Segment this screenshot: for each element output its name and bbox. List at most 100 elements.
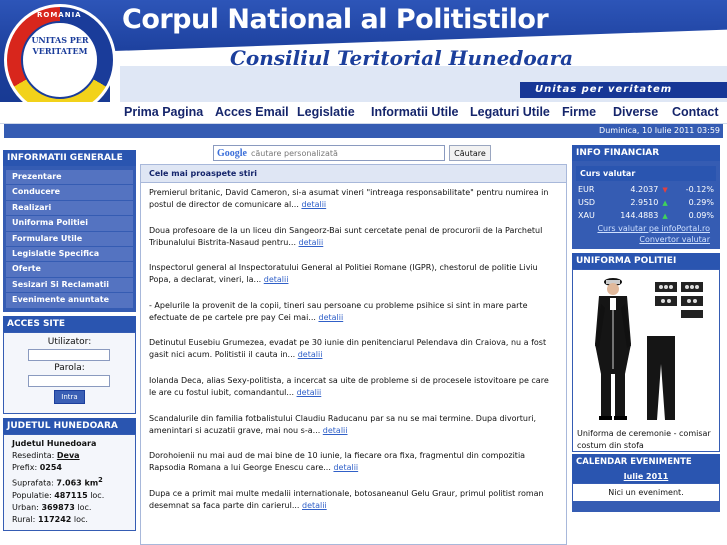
- nav-diverse[interactable]: Diverse: [613, 105, 658, 119]
- nav-acces-email[interactable]: Acces Email: [215, 105, 289, 119]
- news-item: Inspectorul general al Inspectoratului G…: [149, 263, 538, 285]
- rate-row: XAU 144.4883 ▲ 0.09%: [576, 209, 716, 222]
- county-seat-link[interactable]: Deva: [57, 451, 80, 460]
- nav-prima-pagina[interactable]: Prima Pagina: [124, 105, 203, 119]
- exchange-table: EUR 4.2037 ▼ -0.12% USD 2.9510 ▲ 0.29% X…: [576, 183, 716, 222]
- calendar-days-row: [572, 502, 720, 512]
- menu-item-prezentare[interactable]: Prezentare: [6, 170, 133, 185]
- police-emblem-logo[interactable]: ROMANIA UNITAS PER VERITATEM: [4, 4, 116, 102]
- right-column: INFO FINANCIAR Curs valutar EUR 4.2037 ▼…: [572, 145, 720, 512]
- currency-converter-link[interactable]: Convertor valutar: [576, 235, 716, 244]
- logo-text: UNITAS PER VERITATEM: [31, 35, 89, 56]
- county-area: Suprafata: 7.063 km2: [12, 476, 103, 488]
- county-name: Judetul Hunedoara: [12, 438, 97, 448]
- uniform-title: UNIFORMA POLITIEI: [572, 253, 720, 269]
- finance-body: Curs valutar EUR 4.2037 ▼ -0.12% USD 2.9…: [572, 161, 720, 249]
- login-title: ACCES SITE: [3, 315, 136, 332]
- infoportal-link[interactable]: Curs valutar pe infoPortal.ro: [576, 224, 716, 233]
- current-date: Duminica, 10 Iulie 2011 03:59: [599, 126, 720, 135]
- uniform-box: UNIFORMA POLITIEI Uniforma de ceremonie …: [572, 253, 720, 452]
- uniform-caption: Uniforma de ceremonie - comisar costum d…: [577, 429, 711, 450]
- site-motto: Unitas per veritatem: [535, 84, 673, 95]
- county-urban: Urban: 369873 loc.: [12, 503, 92, 513]
- news-title: Cele mai proaspete stiri: [141, 165, 566, 183]
- county-population: Populatie: 487115 loc.: [12, 490, 105, 500]
- logo-ring: [21, 21, 99, 99]
- police-uniform-image[interactable]: [577, 274, 715, 424]
- arrow-up-icon: ▲: [662, 212, 668, 220]
- menu-item-oferte[interactable]: Oferte: [6, 262, 133, 277]
- news-details-link[interactable]: detalii: [318, 313, 343, 322]
- menu-item-legislatie-specifica[interactable]: Legislatie Specifica: [6, 246, 133, 262]
- currency-value: 144.4883: [620, 211, 659, 220]
- site-header: ROMANIA UNITAS PER VERITATEM Corpul Nati…: [0, 0, 727, 102]
- nav-contact[interactable]: Contact: [672, 105, 719, 119]
- search-bar: Google căutare personalizată Căutare: [213, 145, 493, 161]
- news-item: Dupa ce a primit mai multe medalii inter…: [149, 488, 544, 510]
- county-seat: Resedinta: Deva: [12, 450, 80, 460]
- news-details-link[interactable]: detalii: [301, 200, 326, 209]
- calendar-empty-message: Nici un eveniment.: [572, 483, 720, 502]
- news-details-link[interactable]: detalii: [302, 501, 327, 510]
- logo-top-text: ROMANIA: [37, 11, 82, 19]
- password-label: Parola:: [54, 362, 85, 373]
- info-menu: Prezentare Conducere Realizari Uniforma …: [3, 166, 136, 312]
- news-panel: Cele mai proaspete stiri Premierul brita…: [140, 164, 567, 545]
- calendar-title: CALENDAR EVENIMENTE: [572, 454, 720, 470]
- login-box: ACCES SITE Utilizator: Parola: Intra: [3, 315, 136, 414]
- news-details-link[interactable]: detalii: [333, 463, 358, 472]
- rate-row: EUR 4.2037 ▼ -0.12%: [576, 183, 716, 196]
- finance-box: INFO FINANCIAR Curs valutar EUR 4.2037 ▼…: [572, 145, 720, 249]
- menu-item-realizari[interactable]: Realizari: [6, 200, 133, 216]
- rate-row: USD 2.9510 ▲ 0.29%: [576, 196, 716, 209]
- county-box: JUDETUL HUNEDOARA Judetul Hunedoara Rese…: [3, 417, 136, 531]
- currency-value: 2.9510: [630, 198, 659, 207]
- news-item: - Apelurile la provenit de la copii, tin…: [149, 300, 528, 322]
- password-input[interactable]: [28, 374, 110, 387]
- login-form: Utilizator: Parola: Intra: [3, 331, 136, 414]
- search-button[interactable]: Căutare: [449, 145, 491, 161]
- news-list: Premierul britanic, David Cameron, si-a …: [141, 183, 566, 521]
- menu-item-formulare-utile[interactable]: Formulare Utile: [6, 231, 133, 246]
- menu-item-evenimente[interactable]: Evenimente anuntate: [6, 293, 133, 308]
- search-input[interactable]: Google căutare personalizată: [213, 145, 445, 161]
- news-details-link[interactable]: detalii: [298, 350, 323, 359]
- currency-change: -0.12%: [685, 185, 714, 194]
- currency-change: 0.29%: [688, 198, 714, 207]
- search-placeholder: căutare personalizată: [251, 149, 338, 158]
- left-column: INFORMATII GENERALE Prezentare Conducere…: [3, 150, 136, 531]
- login-button[interactable]: Intra: [54, 389, 85, 404]
- currency-change: 0.09%: [688, 211, 714, 220]
- nav-firme[interactable]: Firme: [562, 105, 596, 119]
- main-nav: Prima Pagina Acces Email Legislatie Info…: [0, 102, 727, 124]
- news-details-link[interactable]: detalii: [299, 238, 324, 247]
- news-item: Dorohoienii nu mai aud de mai bine de 10…: [149, 451, 526, 473]
- date-bar: Duminica, 10 Iulie 2011 03:59: [4, 124, 723, 138]
- nav-informatii-utile[interactable]: Informatii Utile: [371, 105, 459, 119]
- currency-code: XAU: [578, 211, 595, 220]
- currency-code: USD: [578, 198, 596, 207]
- nav-legaturi-utile[interactable]: Legaturi Utile: [470, 105, 550, 119]
- calendar-month-link[interactable]: Iulie 2011: [572, 470, 720, 483]
- nav-legislatie[interactable]: Legislatie: [297, 105, 355, 119]
- uniform-panel: Uniforma de ceremonie - comisar costum d…: [572, 269, 720, 452]
- news-item: Iolanda Deca, alias Sexy-politista, a in…: [149, 375, 549, 397]
- county-prefix: Prefix: 0254: [12, 462, 62, 472]
- site-title: Corpul National al Politistilor: [122, 4, 549, 35]
- news-details-link[interactable]: detalii: [323, 426, 348, 435]
- finance-title: INFO FINANCIAR: [572, 145, 720, 161]
- calendar-box: CALENDAR EVENIMENTE Iulie 2011 Nici un e…: [572, 454, 720, 512]
- menu-item-uniforma-politiei[interactable]: Uniforma Politiei: [6, 216, 133, 231]
- menu-item-conducere[interactable]: Conducere: [6, 185, 133, 200]
- menu-item-sesizari[interactable]: Sesizari Si Reclamatii: [6, 277, 133, 293]
- news-details-link[interactable]: detalii: [297, 388, 322, 397]
- info-menu-title: INFORMATII GENERALE: [3, 150, 136, 166]
- arrow-up-icon: ▲: [662, 199, 668, 207]
- arrow-down-icon: ▼: [662, 186, 668, 194]
- username-input[interactable]: [28, 348, 110, 361]
- county-title: JUDETUL HUNEDOARA: [3, 417, 136, 434]
- county-info: Judetul Hunedoara Resedinta: Deva Prefix…: [3, 433, 136, 531]
- news-details-link[interactable]: detalii: [264, 275, 289, 284]
- username-label: Utilizator:: [47, 336, 92, 347]
- currency-code: EUR: [578, 185, 595, 194]
